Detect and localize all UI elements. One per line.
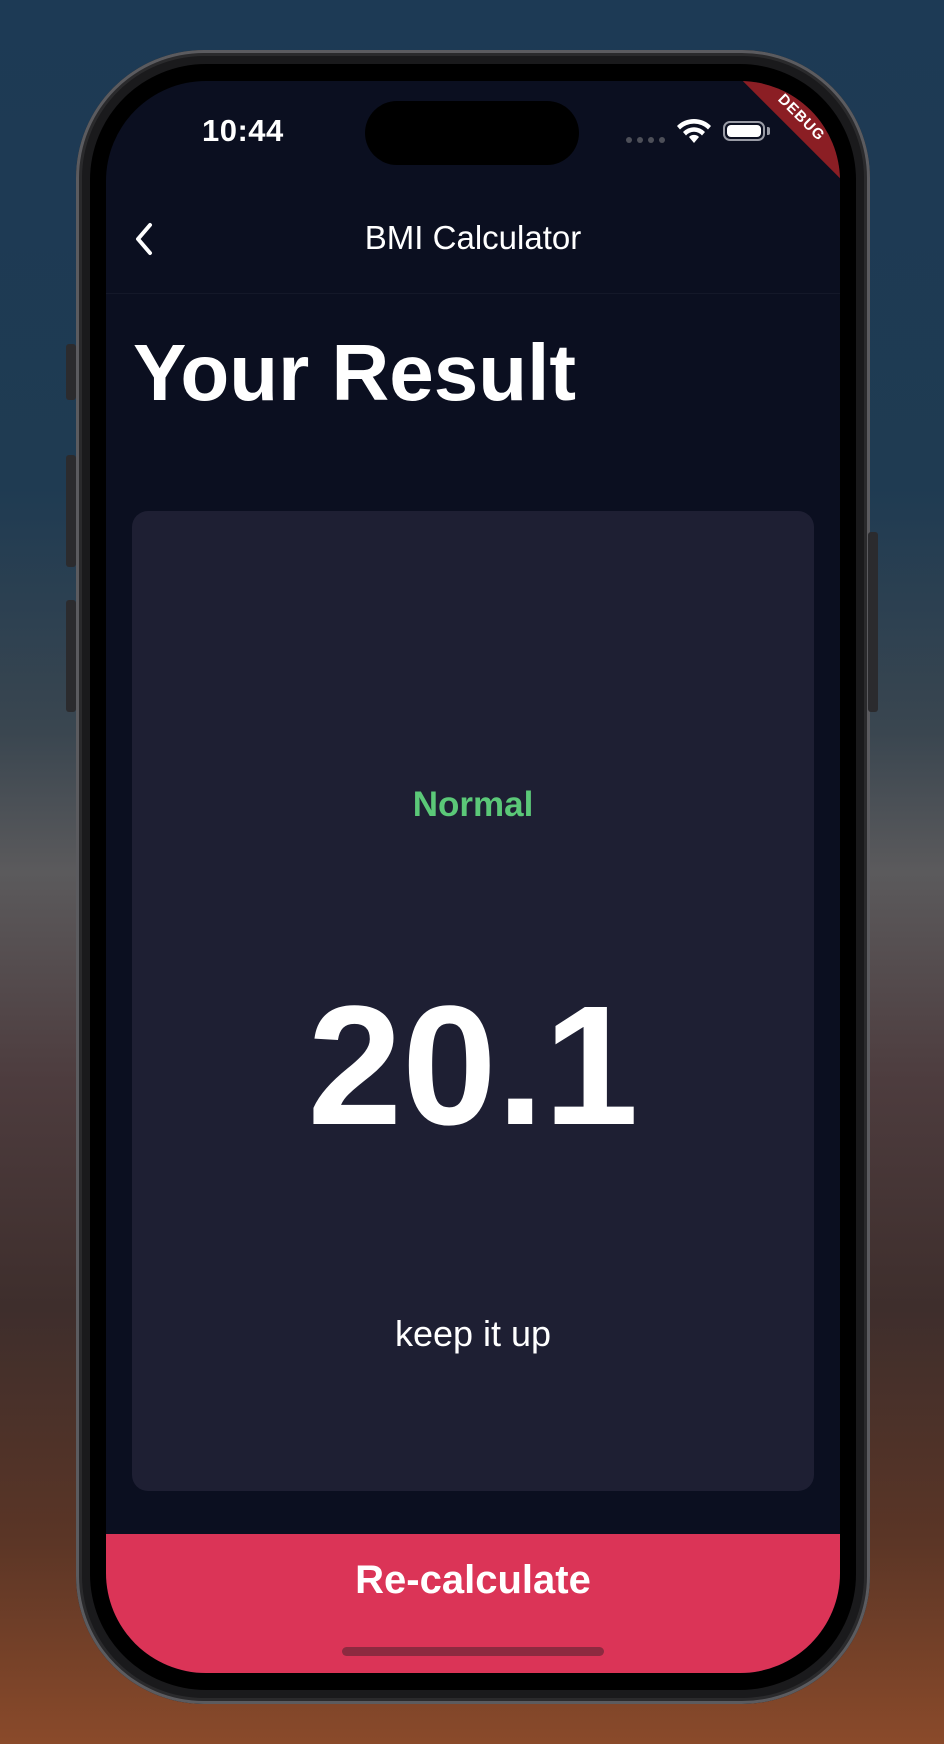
dynamic-island [365, 101, 579, 165]
result-card: Normal 20.1 keep it up [132, 511, 814, 1491]
power-button [868, 532, 878, 712]
battery-cap [767, 127, 770, 135]
wifi-icon [677, 118, 711, 143]
volume-down-button [66, 600, 76, 712]
bmi-category: Normal [412, 785, 534, 824]
battery-icon [723, 121, 765, 141]
bmi-value: 20.1 [307, 971, 639, 1161]
bmi-advice: keep it up [394, 1313, 552, 1354]
home-indicator[interactable] [342, 1647, 604, 1656]
mute-switch [66, 344, 76, 400]
status-time: 10:44 [202, 113, 284, 148]
signal-dots-icon [626, 137, 665, 143]
volume-up-button [66, 455, 76, 567]
app-title: BMI Calculator [364, 219, 582, 256]
page-title: Your Result [133, 328, 577, 417]
app-bar: BMI Calculator [106, 201, 840, 294]
phone-screen: 10:44 DEBUG BMI Calculator Your Result N… [106, 81, 840, 1673]
